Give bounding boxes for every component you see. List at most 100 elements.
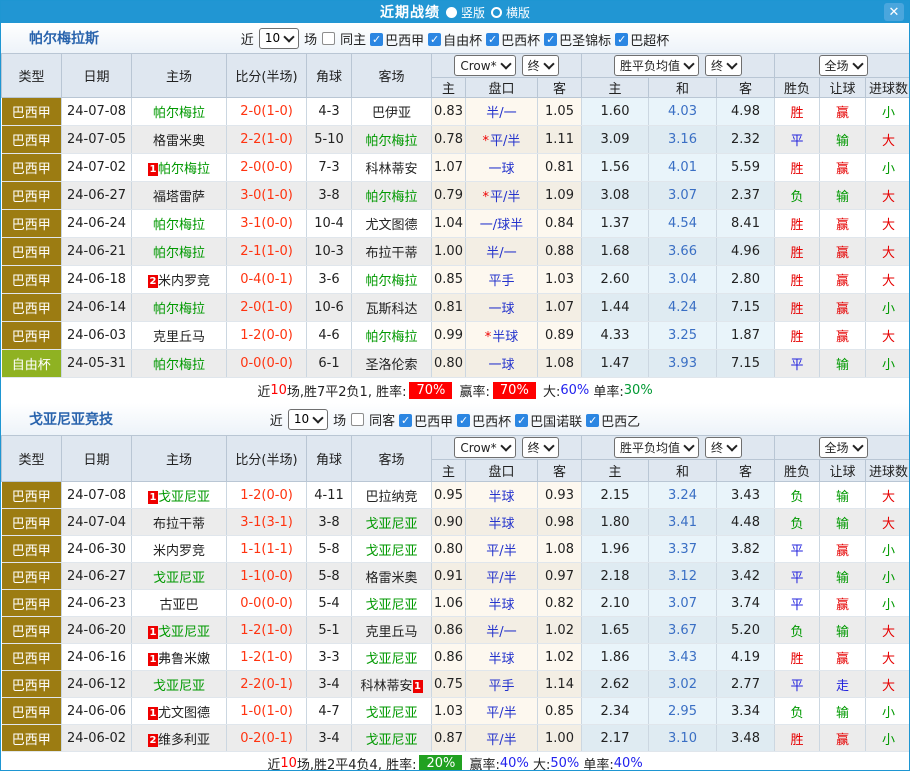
league-checkbox[interactable]: ✓ (457, 414, 470, 427)
handicap-away-odds: 0.88 (538, 238, 582, 266)
match-row: 巴西甲24-06-161弗鲁米嫩1-2(1-0)3-3戈亚尼亚0.86半球1.0… (2, 644, 910, 671)
league-type-cell: 巴西甲 (2, 266, 62, 294)
handicap-text: 半球 (488, 490, 514, 505)
final-odds-select-value: 终 (528, 439, 540, 456)
summary-segment: 场,胜7平2负1, 胜率: (287, 381, 407, 400)
result-wdl: 胜 (775, 154, 820, 182)
result-handicap: 赢 (820, 644, 866, 671)
league-checkbox[interactable]: ✓ (544, 33, 557, 46)
avg-draw-value: 3.07 (668, 596, 697, 611)
summary-segment: 40% (500, 756, 529, 771)
away-team: 戈亚尼亚 (352, 536, 432, 563)
horizontal-layout-label: 横版 (506, 6, 530, 20)
final-odds-select[interactable]: 终 (522, 55, 559, 76)
score-cell: 2-2(1-0) (227, 126, 307, 154)
match-row: 巴西甲24-06-14帕尔梅拉2-0(1-0)10-6瓦斯科达0.81一球1.0… (2, 294, 910, 322)
league-checkbox[interactable]: ✓ (399, 414, 412, 427)
result-goals: 大 (866, 617, 910, 644)
vertical-layout-radio[interactable] (446, 7, 457, 18)
home-team-name: 帕尔梅拉 (153, 106, 205, 121)
avg-draw-value: 3.24 (668, 488, 697, 503)
corner-count: 3-6 (307, 266, 352, 294)
home-team-name: 戈亚尼亚 (158, 490, 210, 505)
result-handicap: 赢 (820, 725, 866, 752)
corner-count: 10-6 (307, 294, 352, 322)
sections-container: 帕尔梅拉斯 近 10 场 同主 ✓巴西甲✓自由杯✓巴西杯✓巴圣锦标✓巴超杯 类型… (1, 23, 909, 771)
chevron-down-icon (543, 58, 554, 69)
league-type-cell: 巴西甲 (2, 322, 62, 350)
result-wdl: 平 (775, 671, 820, 698)
sub-header-4: 和 (649, 460, 717, 482)
avg-away-odds: 5.20 (717, 617, 775, 644)
match-date: 24-06-27 (62, 182, 132, 210)
away-team: 尤文图德 (352, 210, 432, 238)
home-team-name: 戈亚尼亚 (158, 625, 210, 640)
filters-bar: 近 10 场 同客 ✓巴西甲✓巴西杯✓巴国诺联✓巴西乙 (268, 409, 642, 430)
chevron-down-icon (852, 440, 863, 451)
bookmaker-select[interactable]: Crow* (454, 437, 515, 458)
full-match-select[interactable]: 全场 (819, 437, 868, 458)
corner-count: 3-8 (307, 509, 352, 536)
league-checkbox[interactable]: ✓ (586, 414, 599, 427)
avg-home-odds: 1.65 (582, 617, 649, 644)
full-match-select[interactable]: 全场 (819, 55, 868, 76)
bookmaker-select[interactable]: Crow* (454, 55, 515, 76)
handicap-away-odds: 1.08 (538, 350, 582, 378)
away-team-name: 巴伊亚 (372, 106, 411, 121)
home-team-name: 尤文图德 (158, 706, 210, 721)
same-venue-checkbox[interactable] (351, 413, 364, 426)
avg-draw-value: 3.66 (668, 244, 697, 259)
handicap-text: 平手 (488, 679, 514, 694)
league-checkbox[interactable]: ✓ (428, 33, 441, 46)
league-type-cell: 巴西甲 (2, 671, 62, 698)
match-row: 巴西甲24-07-08帕尔梅拉2-0(1-0)4-3巴伊亚0.83半/一1.05… (2, 98, 910, 126)
final-avg-select[interactable]: 终 (705, 55, 742, 76)
col-header-4: 角球 (307, 436, 352, 482)
avg-odds-select[interactable]: 胜平负均值 (614, 55, 699, 76)
final-avg-select[interactable]: 终 (705, 437, 742, 458)
same-venue-checkbox[interactable] (322, 32, 335, 45)
corner-count: 10-4 (307, 210, 352, 238)
avg-home-odds: 1.37 (582, 210, 649, 238)
final-odds-select[interactable]: 终 (522, 437, 559, 458)
score-cell: 2-0(1-0) (227, 98, 307, 126)
league-checkbox[interactable]: ✓ (486, 33, 499, 46)
home-team: 帕尔梅拉 (132, 238, 227, 266)
score-text: 2-1(1-0) (240, 244, 293, 259)
match-date: 24-06-20 (62, 617, 132, 644)
avg-draw-value: 3.10 (668, 731, 697, 746)
home-team-name: 帕尔梅拉 (153, 302, 205, 317)
close-button[interactable]: ✕ (884, 3, 904, 21)
away-team-name: 帕尔梅拉 (365, 274, 417, 289)
match-count-select[interactable]: 10 (288, 409, 328, 430)
matches-table: 类型日期主场比分(半场)角球客场Crow*终胜平负均值终全场主盘口客主和客胜负让… (1, 435, 910, 752)
match-count-select[interactable]: 10 (259, 28, 299, 49)
horizontal-layout-radio[interactable] (491, 7, 502, 18)
result-goals: 大 (866, 482, 910, 509)
handicap-away-odds: 0.98 (538, 509, 582, 536)
handicap-home-odds: 0.80 (432, 350, 466, 378)
league-checkbox[interactable]: ✓ (515, 414, 528, 427)
league-checkbox[interactable]: ✓ (370, 33, 383, 46)
sub-header-4: 和 (649, 78, 717, 98)
avg-odds-select[interactable]: 胜平负均值 (614, 437, 699, 458)
result-handicap: 赢 (820, 322, 866, 350)
bookmaker-odds-group: Crow* 终 (432, 54, 582, 78)
result-wdl: 胜 (775, 238, 820, 266)
avg-home-odds: 1.44 (582, 294, 649, 322)
avg-draw-odds: 3.07 (649, 182, 717, 210)
handicap-star: * (483, 190, 490, 205)
sub-header-7: 让球 (820, 460, 866, 482)
col-header-1: 日期 (62, 54, 132, 98)
match-date: 24-06-03 (62, 322, 132, 350)
league-checkbox[interactable]: ✓ (615, 33, 628, 46)
red-card-badge: 1 (148, 163, 158, 176)
summary-segment: 大: (529, 754, 551, 771)
match-row: 巴西甲24-06-23古亚巴0-0(0-0)5-4戈亚尼亚1.06半球0.822… (2, 590, 910, 617)
red-card-badge: 1 (148, 626, 158, 639)
summary-segment: 50% (550, 756, 579, 771)
result-wdl: 平 (775, 563, 820, 590)
summary-segment: 赢率: (455, 381, 490, 400)
result-wdl: 胜 (775, 266, 820, 294)
chevron-down-icon (726, 58, 737, 69)
